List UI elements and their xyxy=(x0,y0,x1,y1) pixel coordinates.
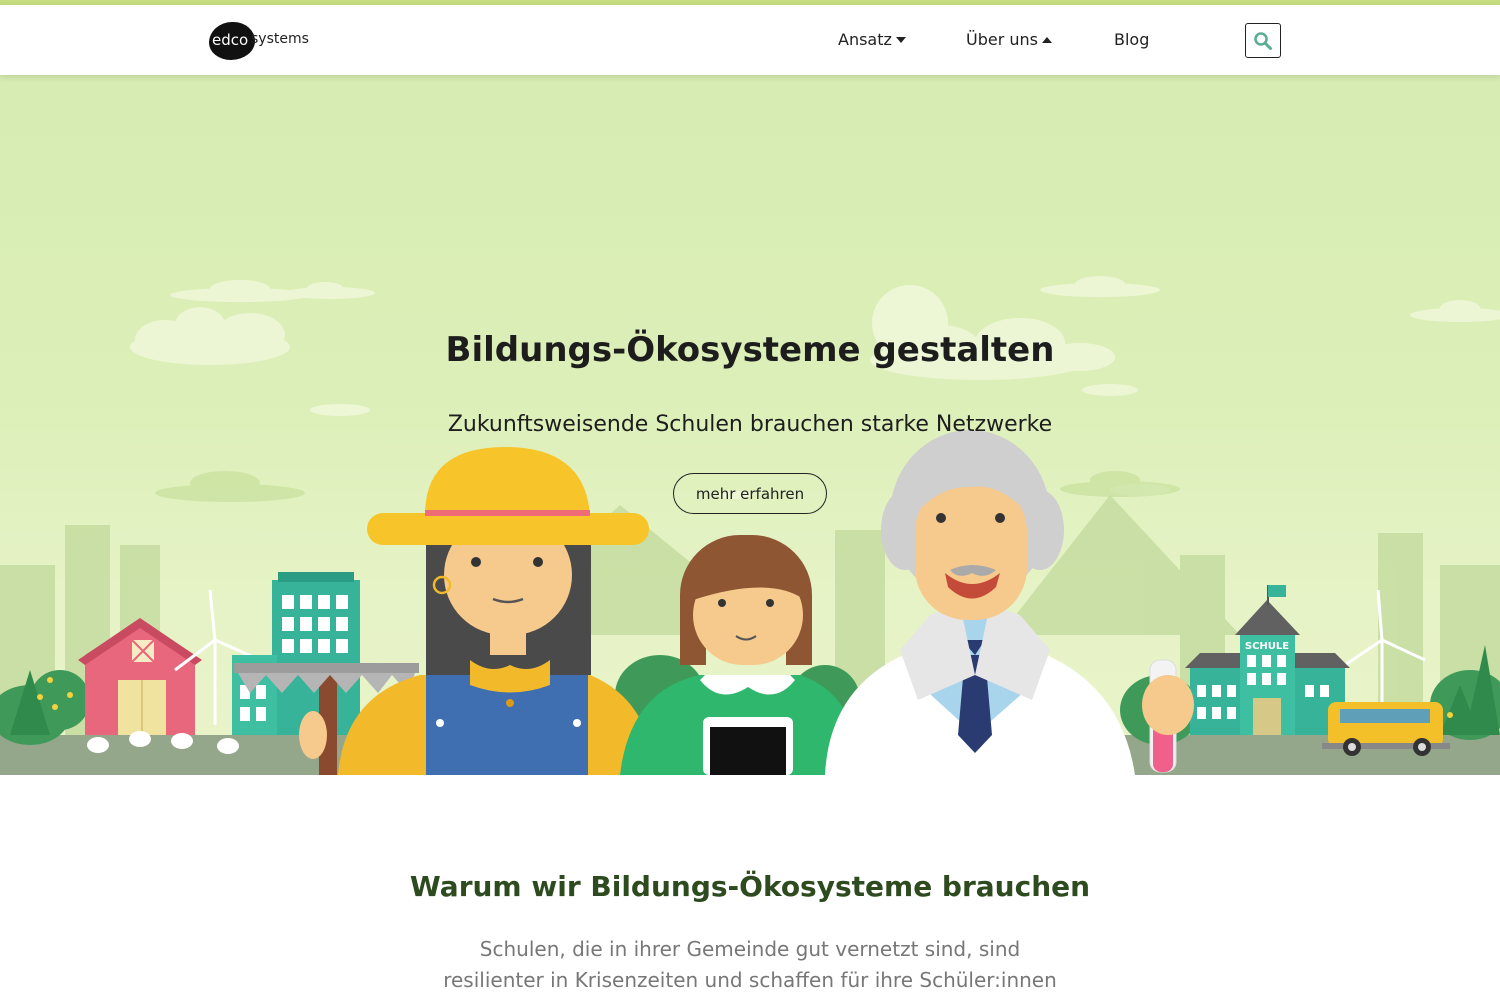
section-heading: Warum wir Bildungs-Ökosysteme brauchen xyxy=(409,870,1091,903)
hero-section: SCHULE Bildungs-Ökosysteme gestalten Zuk… xyxy=(0,75,1500,775)
caret-down-icon xyxy=(895,36,906,43)
search-button[interactable] xyxy=(1245,23,1281,58)
logo-text-edco: edco xyxy=(212,31,249,49)
search-icon xyxy=(1254,31,1272,50)
section-text-line: resilienter in Krisenzeiten und schaffen… xyxy=(443,968,1057,992)
logo-text-systems: systems xyxy=(251,31,309,47)
nav-item-blog[interactable]: Blog xyxy=(1114,30,1149,49)
nav-item-label: Ansatz xyxy=(838,30,892,49)
nav-item-ueber-uns[interactable]: Über uns xyxy=(966,30,1052,49)
nav-item-ansatz[interactable]: Ansatz xyxy=(838,30,906,49)
nav-item-label: Blog xyxy=(1114,30,1150,49)
mehr-erfahren-button[interactable]: mehr erfahren xyxy=(673,473,827,514)
school-sign-text: SCHULE xyxy=(1245,641,1289,652)
nav-item-label: Über uns xyxy=(966,30,1038,49)
navbar: edco systems Ansatz Über uns Blog xyxy=(0,5,1500,75)
caret-up-icon xyxy=(1042,36,1052,43)
logo[interactable]: edco systems xyxy=(209,20,319,60)
hero-title: Bildungs-Ökosysteme gestalten xyxy=(445,330,1055,370)
hero-subtitle: Zukunftsweisende Schulen brauchen starke… xyxy=(447,412,1053,437)
section-text: Schulen, die in ihrer Gemeinde gut verne… xyxy=(440,934,1060,996)
section-text-line: Schulen, die in ihrer Gemeinde gut verne… xyxy=(479,937,1021,961)
